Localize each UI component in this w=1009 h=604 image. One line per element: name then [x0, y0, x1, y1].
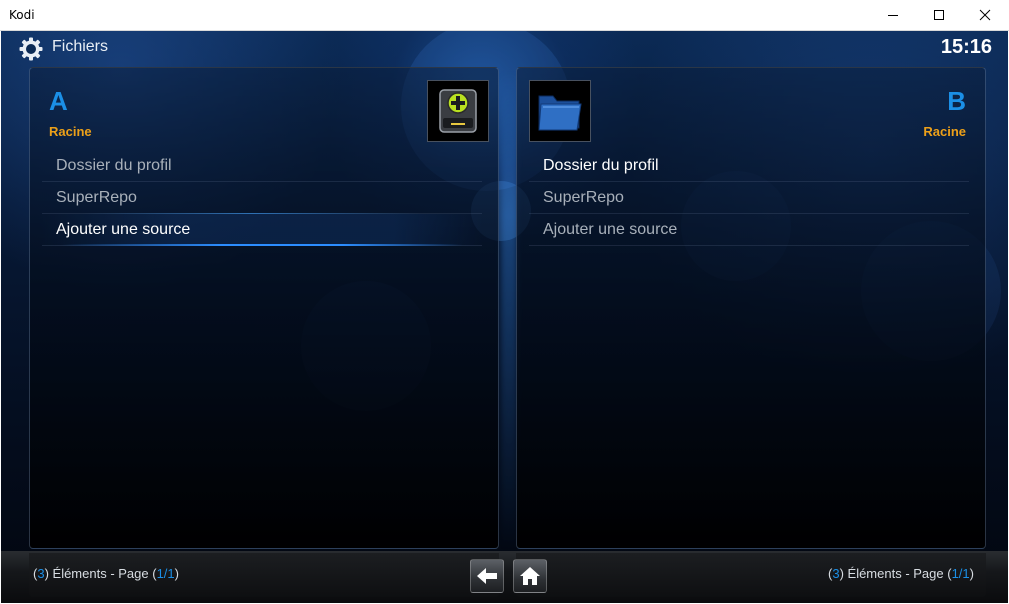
- add-drive-icon: [439, 89, 477, 133]
- home-icon: [520, 567, 540, 585]
- maximize-button[interactable]: [916, 0, 962, 30]
- kodi-app: Fichiers 15:16 A Racine Dossier du profi…: [1, 31, 1008, 603]
- header: Fichiers 15:16: [1, 31, 1008, 65]
- list-item-label: SuperRepo: [56, 189, 137, 206]
- maximize-icon: [934, 10, 944, 20]
- panel-letter: B: [947, 86, 966, 116]
- close-button[interactable]: [962, 0, 1008, 30]
- list-item[interactable]: SuperRepo: [42, 182, 482, 214]
- footer-bar: (3) Éléments - Page (1/1) (3) Éléments -…: [1, 551, 1008, 603]
- right-footer: (3) Éléments - Page (1/1): [516, 553, 986, 597]
- minimize-button[interactable]: [870, 0, 916, 30]
- list-item[interactable]: Dossier du profil: [529, 150, 969, 182]
- list-item-label: Dossier du profil: [56, 157, 172, 174]
- file-list: Dossier du profil SuperRepo Ajouter une …: [42, 150, 482, 246]
- left-footer: (3) Éléments - Page (1/1): [29, 553, 499, 597]
- folder-icon: [538, 95, 582, 131]
- back-arrow-icon: [477, 568, 497, 584]
- panel-letter: A: [49, 86, 68, 116]
- list-item[interactable]: Dossier du profil: [42, 150, 482, 182]
- back-button[interactable]: [470, 559, 504, 593]
- panel-subtitle: Racine: [49, 124, 92, 139]
- list-item[interactable]: SuperRepo: [529, 182, 969, 214]
- item-count: (3) Éléments - Page (1/1): [33, 566, 179, 581]
- list-item-selected[interactable]: Ajouter une source: [42, 213, 482, 246]
- page-title: Fichiers: [52, 38, 109, 55]
- right-file-panel: B Racine Dossier du profil SuperRepo Ajo…: [516, 67, 986, 549]
- list-item[interactable]: Ajouter une source: [529, 214, 969, 246]
- item-count: (3) Éléments - Page (1/1): [828, 566, 974, 581]
- minimize-icon: [888, 15, 898, 16]
- clock: 15:16: [940, 36, 992, 58]
- home-button[interactable]: [513, 559, 547, 593]
- center-glow: [501, 71, 517, 551]
- panel-thumbnail: [529, 80, 591, 142]
- gear-icon[interactable]: [19, 37, 43, 61]
- list-item-label: Ajouter une source: [543, 221, 678, 238]
- close-icon: [979, 9, 991, 21]
- list-item-label: SuperRepo: [543, 189, 624, 206]
- panel-subtitle: Racine: [923, 124, 966, 139]
- left-file-panel: A Racine Dossier du profil SuperRepo Ajo…: [29, 67, 499, 549]
- list-item-label: Ajouter une source: [56, 221, 191, 238]
- window-title: Kodi: [9, 8, 35, 22]
- file-list: Dossier du profil SuperRepo Ajouter une …: [529, 150, 969, 246]
- list-item-label: Dossier du profil: [543, 157, 659, 174]
- window-titlebar: Kodi: [0, 0, 1009, 31]
- panel-thumbnail: [427, 80, 489, 142]
